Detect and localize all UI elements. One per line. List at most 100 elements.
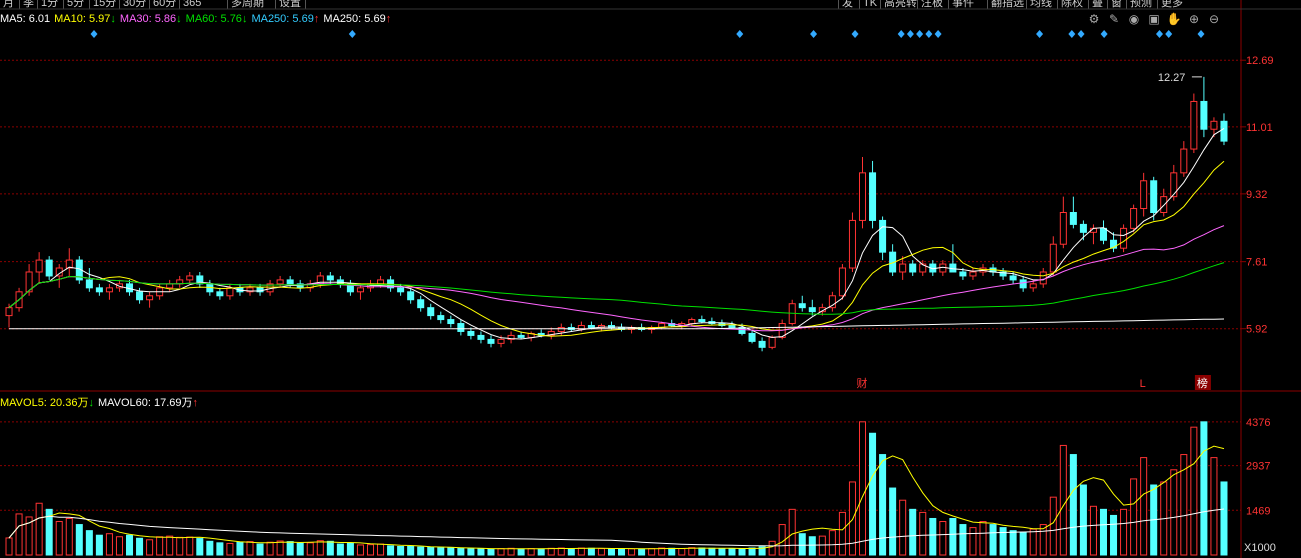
event-marker-icon: [810, 30, 818, 38]
volume-bar: [296, 542, 304, 556]
candle-body: [95, 287, 103, 293]
candle-body: [758, 340, 766, 348]
event-marker-icon: [1068, 30, 1076, 38]
volume-tick-label: 1469: [1246, 505, 1270, 517]
volume-bar: [487, 548, 495, 556]
price-tick-label: 11.01: [1246, 122, 1273, 134]
volume-bar: [959, 524, 967, 556]
candle-body: [1140, 180, 1148, 210]
volume-bar: [286, 541, 294, 556]
candle-body: [457, 323, 465, 332]
candle-body: [35, 259, 43, 273]
candle-body: [1059, 212, 1067, 245]
volume-bar: [166, 535, 174, 556]
volume-bar: [1200, 421, 1208, 556]
volume-bar: [15, 513, 23, 556]
candle-body: [276, 279, 284, 285]
volume-bar: [477, 548, 485, 556]
candle-body: [5, 307, 13, 317]
volume-bar: [698, 547, 706, 556]
volume-bar: [497, 548, 505, 556]
volume-bar: [226, 542, 234, 556]
volume-tick-label: 2937: [1246, 461, 1270, 473]
volume-bar: [326, 540, 334, 556]
candle-body: [1190, 100, 1198, 150]
candle-body: [879, 219, 887, 253]
volume-bar: [1029, 528, 1037, 556]
event-marker-icon: [1100, 30, 1108, 38]
volume-bar: [557, 547, 565, 556]
event-marker-icon: [1165, 30, 1173, 38]
candle-body: [748, 332, 756, 342]
volume-bar: [156, 536, 164, 556]
volume-bar: [567, 548, 575, 556]
volume-bar: [407, 545, 415, 556]
candle-body: [226, 287, 234, 297]
volume-bar: [979, 521, 987, 556]
volume-bar: [798, 533, 806, 556]
volume-bar: [728, 548, 736, 556]
peak-price-label: 12.27: [1158, 72, 1186, 84]
volume-bar: [899, 499, 907, 556]
candle-body: [587, 325, 595, 329]
candle-body: [1130, 208, 1138, 229]
volume-bar: [989, 524, 997, 556]
volume-bar: [718, 548, 726, 556]
candle-body: [858, 172, 867, 221]
event-marker-icon: [851, 30, 859, 38]
candle-body: [417, 299, 425, 309]
volume-bar: [818, 535, 826, 556]
volume-bar: [85, 530, 93, 556]
volume-bar: [929, 517, 937, 556]
candle-body: [808, 307, 816, 313]
volume-bar: [1049, 496, 1057, 556]
volume-bar: [879, 454, 887, 556]
kline-chart[interactable]: 12.69 11.01 9.32 7.61 5.92 4376 2937 1469 X1000 1…: [0, 0, 1301, 558]
volume-bar: [1099, 508, 1108, 556]
volume-bar: [447, 547, 455, 556]
volume-bar: [1019, 531, 1027, 556]
volume-bar: [457, 547, 465, 556]
event-marker-icon: [916, 30, 924, 38]
candle-body: [1200, 100, 1208, 130]
volume-bar: [1110, 514, 1118, 556]
volume-bar: [527, 548, 535, 556]
volume-bar: [949, 517, 957, 556]
volume-bar: [688, 547, 696, 556]
candle-body: [959, 271, 967, 277]
volume-bar: [969, 527, 977, 556]
volume-bar: [276, 540, 284, 556]
volume-bar: [999, 527, 1007, 556]
volume-bar: [507, 547, 515, 556]
candle-body: [698, 319, 706, 323]
candle-body: [1039, 271, 1047, 285]
volume-bar: [808, 536, 816, 556]
candle-body: [447, 319, 455, 325]
price-tick-label: 7.61: [1246, 257, 1267, 269]
volume-bar: [196, 538, 204, 556]
volume-bar: [828, 530, 836, 556]
candle-body: [969, 271, 977, 277]
candle-body: [356, 287, 364, 293]
candle-body: [85, 279, 93, 289]
volume-bar: [1170, 469, 1178, 556]
volume-bar: [1210, 457, 1218, 556]
candle-body: [768, 336, 776, 348]
price-tick-label: 9.32: [1246, 189, 1267, 201]
candle-body: [45, 259, 53, 277]
candle-body: [1120, 227, 1128, 249]
volume-bar: [136, 537, 144, 556]
volume-bar: [628, 548, 636, 556]
volume-bar: [889, 487, 897, 556]
candle-body: [146, 295, 154, 301]
volume-bar: [246, 541, 254, 556]
volume-unit-label: X1000: [1244, 542, 1276, 554]
ma-line: [8, 127, 1225, 340]
price-tick-label: 5.92: [1246, 324, 1267, 336]
volume-bar: [346, 542, 354, 556]
volume-bar: [909, 508, 917, 556]
volume-bar: [517, 548, 525, 556]
volume-bar: [788, 508, 796, 556]
event-marker-icon: [906, 30, 914, 38]
event-marker-icon: [1197, 30, 1205, 38]
